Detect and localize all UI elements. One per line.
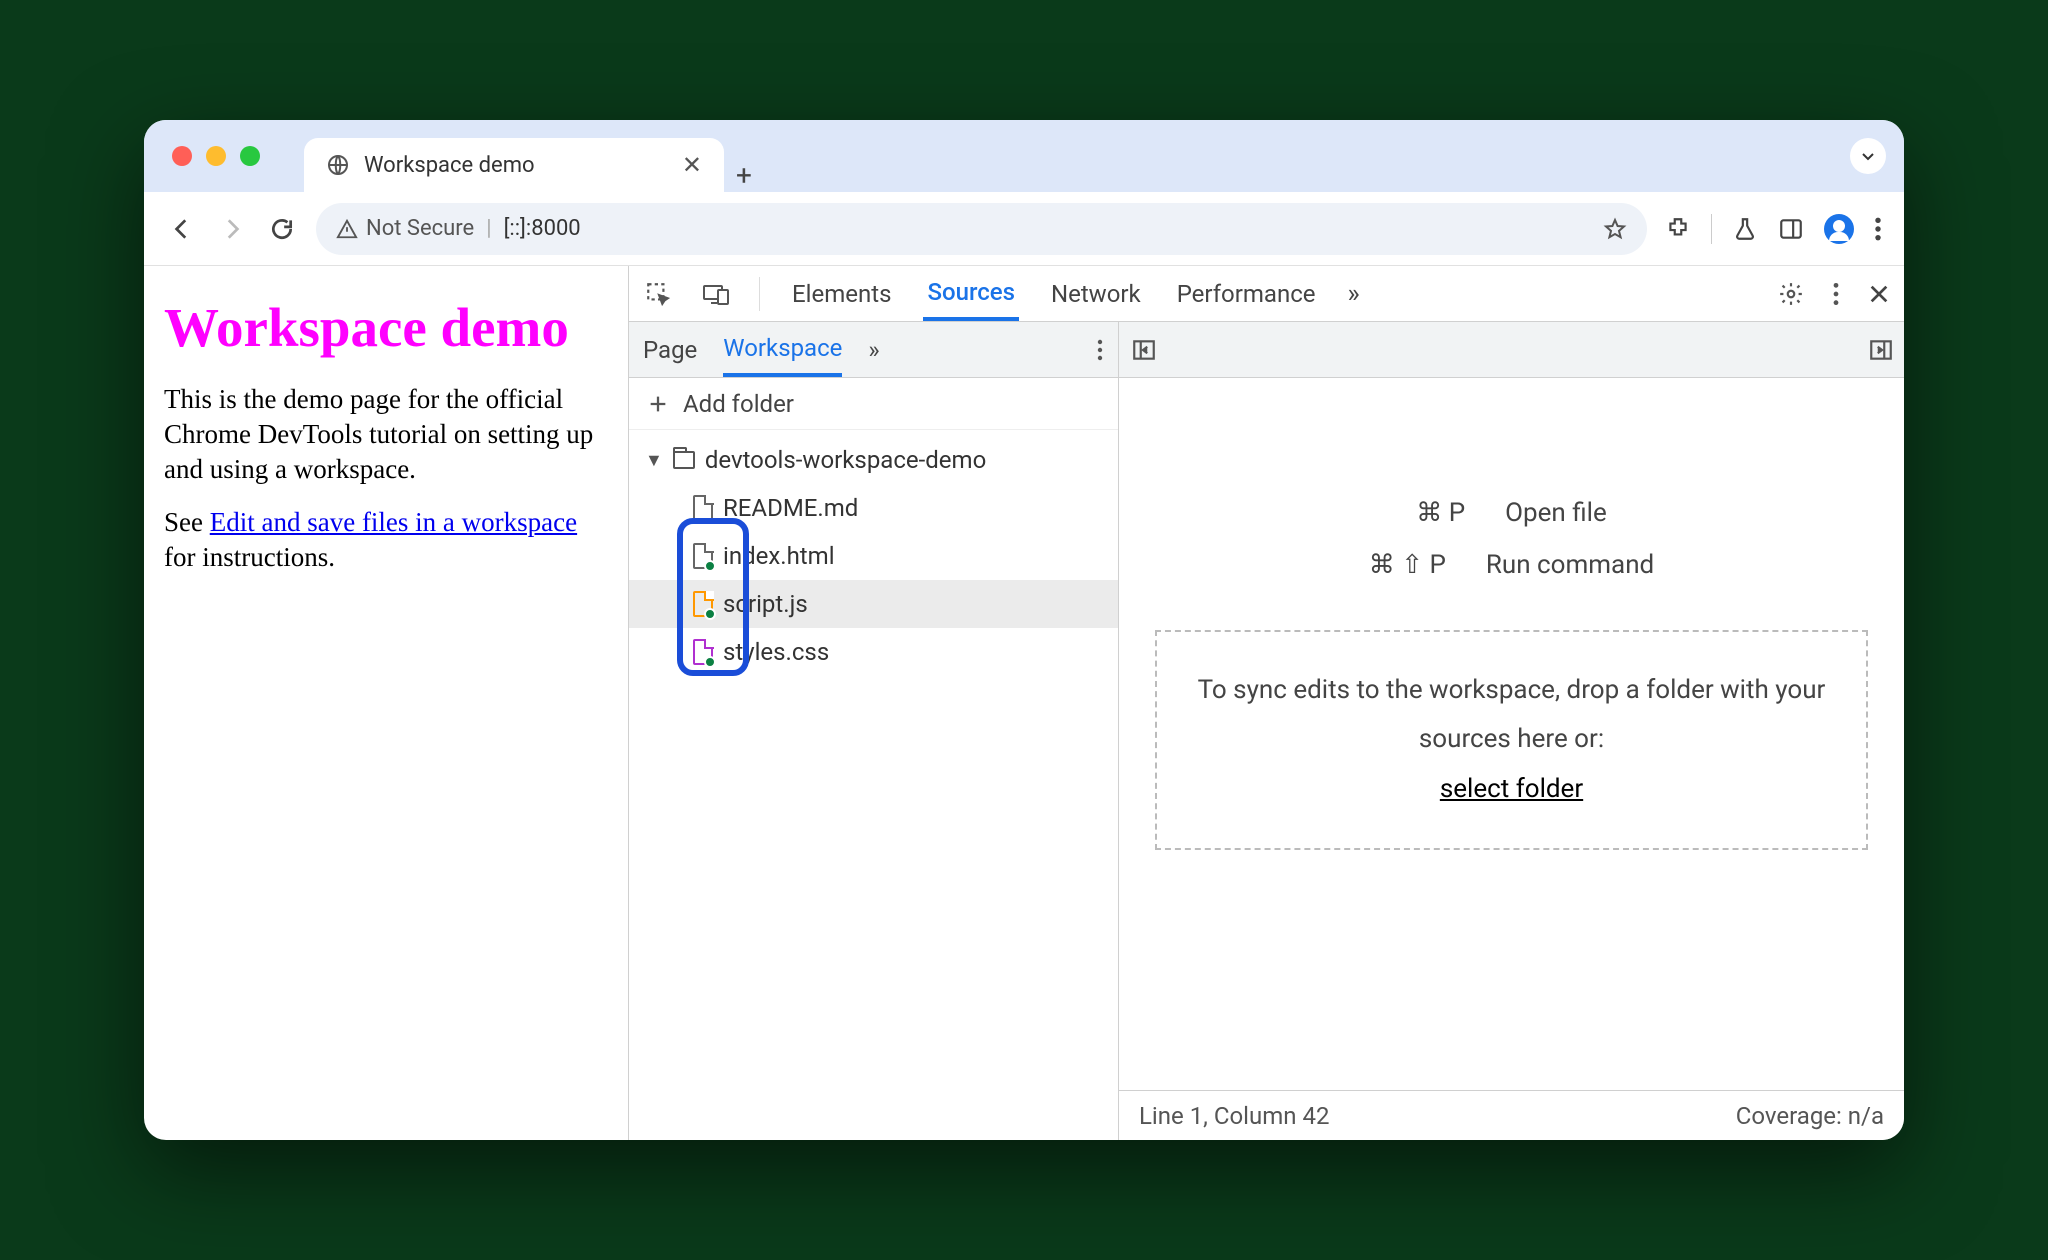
page-heading: Workspace demo <box>164 292 608 364</box>
side-panel-icon[interactable] <box>1778 216 1804 242</box>
sources-main: ⌘ P Open file ⌘ ⇧ P Run command To sync … <box>1119 322 1904 1140</box>
more-tabs-icon[interactable]: » <box>1348 279 1360 309</box>
close-window-button[interactable] <box>172 146 192 166</box>
profile-avatar-icon[interactable] <box>1824 214 1854 244</box>
cursor-position: Line 1, Column 42 <box>1139 1102 1329 1130</box>
bookmark-icon[interactable] <box>1603 217 1627 241</box>
file-icon <box>693 495 713 521</box>
minimize-window-button[interactable] <box>206 146 226 166</box>
select-folder-link[interactable]: select folder <box>1440 774 1583 804</box>
kebab-menu-icon[interactable] <box>1874 216 1882 242</box>
file-tree: ▼ devtools-workspace-demo README.md inde… <box>629 430 1118 682</box>
page-para-2: See Edit and save files in a workspace f… <box>164 505 608 575</box>
file-name: styles.css <box>723 638 829 666</box>
tutorial-link[interactable]: Edit and save files in a workspace <box>210 507 577 537</box>
add-folder-label: Add folder <box>683 390 794 418</box>
extensions-icon[interactable] <box>1665 216 1691 242</box>
coverage-status: Coverage: n/a <box>1736 1102 1884 1130</box>
devtools-panel: Elements Sources Network Performance » <box>629 266 1904 1140</box>
toolbar-actions <box>1665 214 1882 244</box>
globe-icon <box>326 153 350 177</box>
editor-hints: ⌘ P Open file ⌘ ⇧ P Run command <box>1119 498 1904 580</box>
close-tab-icon[interactable]: ✕ <box>682 151 702 179</box>
subtab-kebab-icon[interactable] <box>1096 338 1104 362</box>
sources-sidebar: Page Workspace » Add folder <box>629 322 1119 1140</box>
editor-toolbar <box>1119 322 1904 378</box>
reload-button[interactable] <box>266 213 298 245</box>
kbd-run-command: ⌘ ⇧ P <box>1369 550 1446 580</box>
folder-row[interactable]: ▼ devtools-workspace-demo <box>629 436 1118 484</box>
browser-window: Workspace demo ✕ + Not Secure | [::]:800… <box>144 120 1904 1140</box>
expand-icon[interactable]: ▼ <box>645 450 663 471</box>
subtab-page[interactable]: Page <box>643 322 697 377</box>
tab-strip: Workspace demo ✕ + <box>144 120 1904 192</box>
tab-elements[interactable]: Elements <box>788 266 895 321</box>
folder-name: devtools-workspace-demo <box>705 446 986 474</box>
sources-subtabs: Page Workspace » <box>629 322 1118 378</box>
tab-network[interactable]: Network <box>1047 266 1145 321</box>
right-panel-toggle-icon[interactable] <box>1868 337 1894 363</box>
browser-toolbar: Not Secure | [::]:8000 <box>144 192 1904 266</box>
rendered-page: Workspace demo This is the demo page for… <box>144 266 629 1140</box>
hint-open-file-label: Open file <box>1505 498 1607 528</box>
address-bar[interactable]: Not Secure | [::]:8000 <box>316 203 1647 255</box>
inspect-icon[interactable] <box>643 279 673 309</box>
security-label: Not Secure <box>366 216 474 241</box>
kbd-open-file: ⌘ P <box>1416 498 1465 528</box>
devtools-tabs: Elements Sources Network Performance » <box>629 266 1904 322</box>
window-controls <box>172 146 260 166</box>
devtools-body: Page Workspace » Add folder <box>629 322 1904 1140</box>
file-name: script.js <box>723 590 808 618</box>
browser-tab[interactable]: Workspace demo ✕ <box>304 138 724 192</box>
tab-title: Workspace demo <box>364 153 668 178</box>
subtab-workspace[interactable]: Workspace <box>723 322 842 377</box>
back-button[interactable] <box>166 213 198 245</box>
hint-open-file: ⌘ P Open file <box>1416 498 1606 528</box>
tab-divider <box>759 277 760 311</box>
file-row-readme[interactable]: README.md <box>629 484 1118 532</box>
close-devtools-icon[interactable] <box>1868 283 1890 305</box>
toolbar-divider <box>1711 214 1712 244</box>
kebab-icon[interactable] <box>1832 281 1840 307</box>
file-icon <box>693 543 713 569</box>
file-name: index.html <box>723 542 835 570</box>
hint-run-command: ⌘ ⇧ P Run command <box>1369 550 1654 580</box>
tabs-dropdown-button[interactable] <box>1850 138 1886 174</box>
gear-icon[interactable] <box>1778 281 1804 307</box>
left-panel-toggle-icon[interactable] <box>1129 335 1159 365</box>
folder-icon <box>673 451 695 469</box>
maximize-window-button[interactable] <box>240 146 260 166</box>
page-para-1: This is the demo page for the official C… <box>164 382 608 487</box>
file-icon <box>693 591 713 617</box>
plus-icon <box>647 393 669 415</box>
url-text: [::]:8000 <box>504 216 581 241</box>
hint-run-command-label: Run command <box>1486 550 1654 580</box>
security-indicator[interactable]: Not Secure <box>336 216 474 241</box>
file-row-styles[interactable]: styles.css <box>629 628 1118 676</box>
dropzone-text: To sync edits to the workspace, drop a f… <box>1187 666 1836 765</box>
file-name: README.md <box>723 494 858 522</box>
file-icon <box>693 639 713 665</box>
device-toggle-icon[interactable] <box>701 279 731 309</box>
workspace-dropzone[interactable]: To sync edits to the workspace, drop a f… <box>1155 630 1868 850</box>
labs-icon[interactable] <box>1732 216 1758 242</box>
tab-sources[interactable]: Sources <box>923 266 1019 321</box>
content-body: Workspace demo This is the demo page for… <box>144 266 1904 1140</box>
forward-button[interactable] <box>216 213 248 245</box>
file-row-script[interactable]: script.js <box>629 580 1118 628</box>
file-row-index[interactable]: index.html <box>629 532 1118 580</box>
add-folder-button[interactable]: Add folder <box>629 378 1118 430</box>
tab-performance[interactable]: Performance <box>1173 266 1320 321</box>
new-tab-button[interactable]: + <box>724 159 764 192</box>
editor-statusbar: Line 1, Column 42 Coverage: n/a <box>1119 1090 1904 1140</box>
more-subtabs-icon[interactable]: » <box>868 336 879 364</box>
